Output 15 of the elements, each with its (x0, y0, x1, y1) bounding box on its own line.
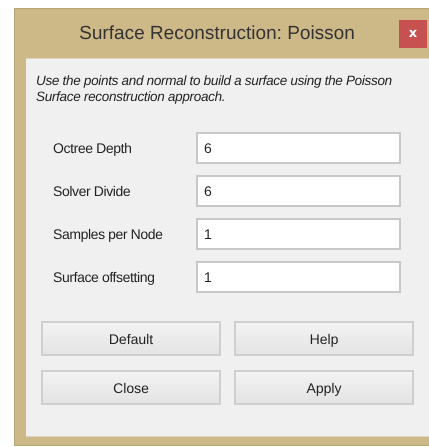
input-field[interactable]: 1 (196, 218, 401, 250)
help-button[interactable]: Help (234, 321, 414, 356)
field-label: Solver Divide (53, 183, 132, 199)
input-field[interactable]: 1 (196, 261, 401, 293)
close-button[interactable]: x (399, 20, 427, 48)
field-label: Octree Depth (53, 140, 132, 156)
default-button[interactable]: Default (41, 321, 221, 356)
apply-button[interactable]: Apply (234, 370, 414, 405)
field-label: Samples per Node (53, 226, 164, 242)
input-field[interactable]: 6 (196, 175, 401, 207)
window-title: Surface Reconstruction: Poisson (78, 22, 356, 44)
field-label: Surface offsetting (53, 269, 156, 285)
close-button[interactable]: Close (41, 370, 221, 405)
input-field[interactable]: 6 (196, 132, 401, 164)
description-text: Use the points and normal to build a surface using the Poisson Surface reconstruction approach. (36, 73, 393, 105)
